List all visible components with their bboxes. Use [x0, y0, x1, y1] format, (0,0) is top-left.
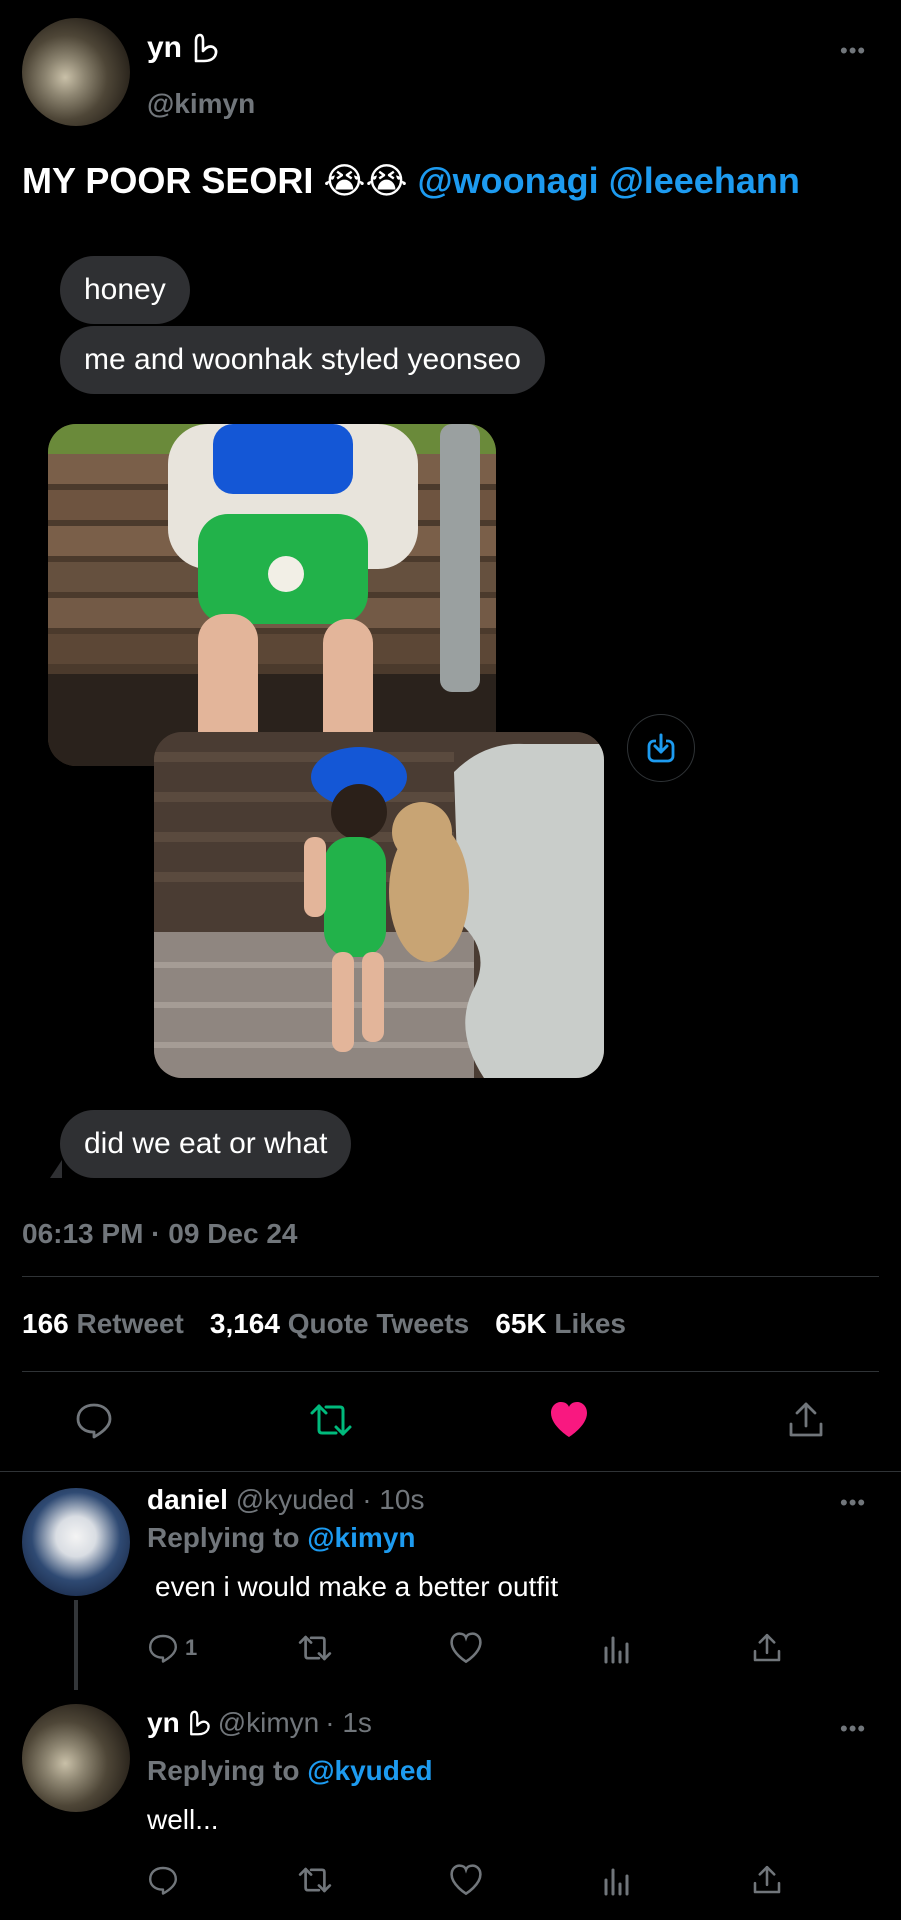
- reply-1-replying-to: Replying to @kimyn: [147, 1522, 415, 1554]
- quotes-stat[interactable]: 3,164 Quote Tweets: [210, 1308, 469, 1340]
- reply-2-replying-label: Replying to: [147, 1755, 300, 1786]
- reply-1-share-icon[interactable]: [751, 1632, 783, 1664]
- mention-leeehann[interactable]: @leeehann: [609, 160, 800, 201]
- reply-2-hand-heart-icon: [186, 1708, 212, 1738]
- hand-heart-icon: [190, 31, 220, 65]
- reply-2-actions: [147, 1864, 797, 1904]
- reply-1-retweet-icon[interactable]: [297, 1632, 333, 1664]
- divider-top: [22, 1276, 879, 1277]
- chat-bubble-styled: me and woonhak styled yeonseo: [60, 326, 545, 394]
- reply-1-like-icon[interactable]: [449, 1632, 483, 1664]
- reply-icon[interactable]: [74, 1400, 114, 1440]
- quotes-count: 3,164: [209, 1308, 280, 1339]
- author-name[interactable]: yn: [147, 31, 182, 65]
- save-image-button[interactable]: [627, 714, 695, 782]
- bubble-tail: [50, 1160, 62, 1178]
- reply-2-header: yn @kimyn · 1s: [147, 1707, 372, 1739]
- retweets-count: 166: [22, 1308, 69, 1339]
- retweet-icon[interactable]: [308, 1400, 354, 1440]
- reply-2-more-icon[interactable]: •••: [840, 1716, 866, 1742]
- chat-bubble-did-we-eat: did we eat or what: [60, 1110, 352, 1178]
- reply-1-text: even i would make a better outfit: [155, 1571, 559, 1602]
- reply-avatar-yn[interactable]: [22, 1704, 130, 1812]
- reply-2-like-icon[interactable]: [449, 1864, 483, 1896]
- reply-avatar-daniel[interactable]: [22, 1488, 130, 1596]
- tweet-stats: 166 Retweet 3,164 Quote Tweets 65K Likes: [22, 1308, 626, 1340]
- reply-1-views-icon[interactable]: [602, 1634, 632, 1664]
- share-icon[interactable]: [786, 1400, 826, 1440]
- reply-1-reply-icon[interactable]: 1: [147, 1632, 197, 1664]
- chat-photo-bench[interactable]: [48, 424, 496, 766]
- reply-2-replying-handle[interactable]: @kyuded: [307, 1755, 432, 1786]
- divider-actions: [0, 1471, 901, 1472]
- mention-woonagi[interactable]: @woonagi: [418, 160, 599, 201]
- reply-1-header: daniel @kyuded · 10s: [147, 1484, 424, 1516]
- likes-count: 65K: [495, 1308, 547, 1339]
- reply-2-retweet-icon[interactable]: [297, 1864, 333, 1896]
- more-options-icon[interactable]: •••: [840, 38, 866, 64]
- author-avatar[interactable]: [22, 18, 130, 126]
- reply-2-views-icon[interactable]: [602, 1866, 632, 1896]
- download-icon: [645, 732, 677, 764]
- reply-2-reply-icon[interactable]: [147, 1864, 179, 1896]
- thread-line: [74, 1600, 78, 1690]
- reply-2-time: · 1s: [325, 1707, 372, 1738]
- chat-photo-standing[interactable]: [154, 732, 604, 1078]
- author-name-row: yn: [147, 28, 220, 68]
- reply-1-reply-count: 1: [185, 1635, 198, 1660]
- likes-stat[interactable]: 65K Likes: [495, 1308, 626, 1340]
- author-handle[interactable]: @kimyn: [147, 88, 255, 120]
- reply-1-handle[interactable]: @kyuded: [236, 1484, 355, 1515]
- reply-2-text: well...: [147, 1804, 219, 1835]
- reply-1-time: · 10s: [362, 1484, 425, 1515]
- retweets-stat[interactable]: 166 Retweet: [22, 1308, 184, 1340]
- tweet-text: MY POOR SEORI 😭😭 @woonagi @leeehann: [22, 160, 882, 202]
- reply-1-replying-label: Replying to: [147, 1522, 300, 1553]
- reply-2-share-icon[interactable]: [751, 1864, 783, 1896]
- reply-1-replying-handle[interactable]: @kimyn: [307, 1522, 415, 1553]
- reply-1-actions: 1: [147, 1632, 797, 1672]
- chat-bubble-honey: honey: [60, 256, 190, 324]
- tweet-text-body: MY POOR SEORI 😭😭: [22, 160, 408, 201]
- reply-1-name[interactable]: daniel: [147, 1484, 228, 1515]
- reply-2-handle[interactable]: @kimyn: [218, 1707, 320, 1739]
- reply-2-name[interactable]: yn: [147, 1707, 180, 1739]
- retweets-label: Retweet: [76, 1308, 184, 1339]
- quotes-label: Quote Tweets: [287, 1308, 470, 1339]
- likes-label: Likes: [554, 1308, 627, 1339]
- reply-1-more-icon[interactable]: •••: [840, 1490, 866, 1516]
- tweet-timestamp[interactable]: 06:13 PM · 09 Dec 24: [22, 1218, 298, 1250]
- divider-stats: [22, 1371, 879, 1372]
- reply-2-replying-to: Replying to @kyuded: [147, 1755, 433, 1787]
- like-icon[interactable]: [548, 1400, 590, 1440]
